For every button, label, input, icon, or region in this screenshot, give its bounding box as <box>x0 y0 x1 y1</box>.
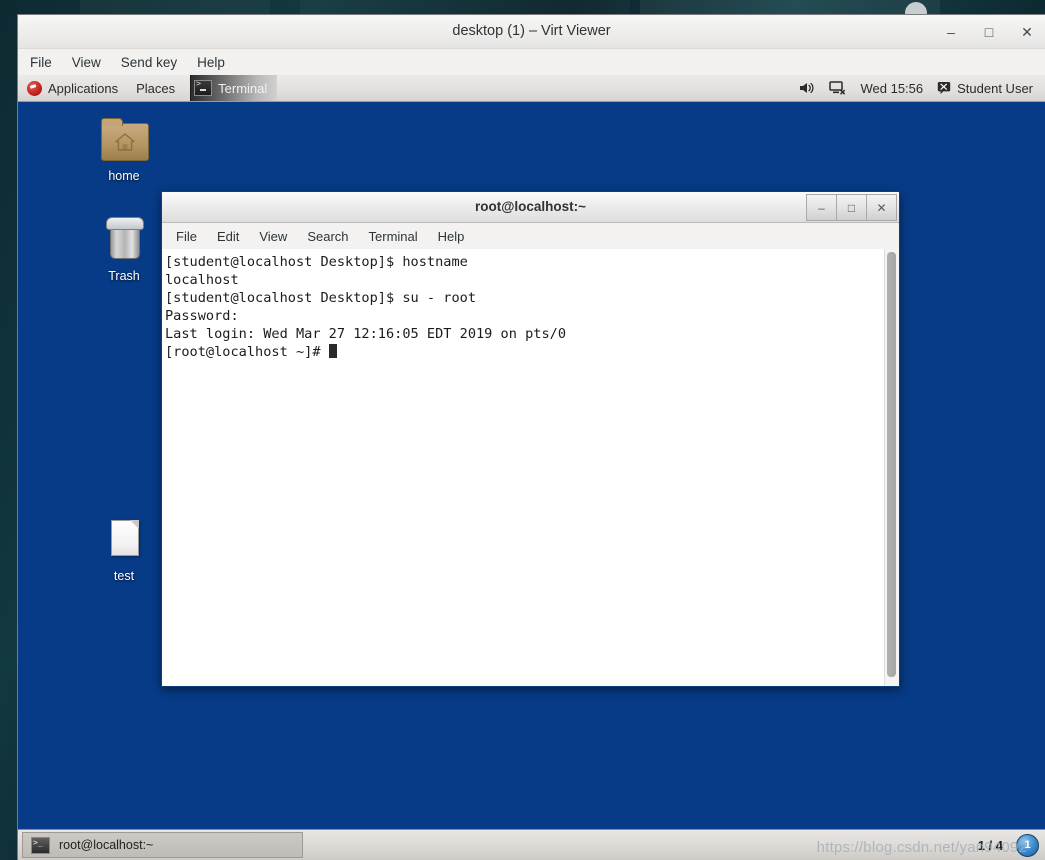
minimize-icon[interactable]: – <box>806 194 837 221</box>
taskbar-right-group: 1 / 4 1 <box>971 833 1045 857</box>
terminal-menu-search[interactable]: Search <box>307 229 348 244</box>
network-button[interactable] <box>829 81 846 95</box>
notification-badge[interactable]: 1 <box>1016 833 1039 857</box>
clock-button[interactable]: Wed 15:56 <box>860 81 923 96</box>
guest-screen: Applications Places Terminal <box>18 75 1045 860</box>
terminal-menu-help[interactable]: Help <box>438 229 465 244</box>
desktop-icon-label: Trash <box>108 269 140 283</box>
menu-item-file[interactable]: File <box>30 55 52 70</box>
virt-viewer-menubar: File View Send key Help <box>18 49 1045 76</box>
terminal-body[interactable]: [student@localhost Desktop]$ hostname lo… <box>162 249 899 686</box>
terminal-menu-file[interactable]: File <box>176 229 197 244</box>
close-icon[interactable]: ✕ <box>1019 24 1035 40</box>
terminal-menu-edit[interactable]: Edit <box>217 229 239 244</box>
terminal-menubar: File Edit View Search Terminal Help <box>162 223 899 250</box>
gnome-top-panel: Applications Places Terminal <box>18 75 1045 102</box>
minimize-icon[interactable]: – <box>943 24 959 40</box>
terminal-scrollbar[interactable] <box>884 249 899 686</box>
terminal-icon <box>194 79 213 96</box>
document-icon <box>100 515 148 563</box>
user-menu-button[interactable]: Student User <box>937 81 1033 96</box>
virt-viewer-window: desktop (1) – Virt Viewer – □ ✕ File Vie… <box>18 15 1045 860</box>
terminal-menu-terminal[interactable]: Terminal <box>369 229 418 244</box>
terminal-output[interactable]: [student@localhost Desktop]$ hostname lo… <box>162 249 884 686</box>
applications-menu-label: Applications <box>48 80 119 96</box>
terminal-titlebar[interactable]: root@localhost:~ – □ ✕ <box>162 192 899 223</box>
menu-item-help[interactable]: Help <box>197 55 225 70</box>
taskbar-item-terminal[interactable]: root@localhost:~ <box>22 832 303 858</box>
house-glyph-icon <box>115 133 135 151</box>
fedora-logo-icon <box>27 80 42 96</box>
places-menu-label: Places <box>136 80 176 96</box>
desktop-icon-test[interactable]: test <box>81 515 167 583</box>
panel-right-group: Wed 15:56 Student User <box>799 75 1045 101</box>
terminal-window: root@localhost:~ – □ ✕ File Edit View Se… <box>161 191 900 687</box>
panel-window-label: Terminal <box>218 80 268 96</box>
close-icon[interactable]: ✕ <box>867 194 897 221</box>
trash-icon <box>100 215 148 263</box>
terminal-title: root@localhost:~ <box>474 199 587 214</box>
desktop-icon-label: test <box>113 569 135 583</box>
terminal-scrollbar-thumb[interactable] <box>887 252 896 677</box>
gnome-bottom-panel: root@localhost:~ 1 / 4 1 <box>18 829 1045 860</box>
clock-label: Wed 15:56 <box>860 80 924 96</box>
desktop-icon-trash[interactable]: Trash <box>81 215 167 283</box>
terminal-output-text: [student@localhost Desktop]$ hostname lo… <box>165 254 567 360</box>
panel-window-button-terminal[interactable]: Terminal <box>190 75 278 101</box>
username-label: Student User <box>957 80 1033 96</box>
panel-left-group: Applications Places Terminal <box>18 75 278 101</box>
applications-menu-button[interactable]: Applications <box>18 75 127 101</box>
terminal-icon <box>31 836 50 854</box>
maximize-icon[interactable]: □ <box>837 194 867 221</box>
network-disconnected-icon <box>829 81 846 95</box>
volume-button[interactable] <box>799 81 815 95</box>
speaker-icon <box>800 82 814 94</box>
virt-viewer-title: desktop (1) – Virt Viewer <box>452 23 611 39</box>
maximize-icon[interactable]: □ <box>981 24 997 40</box>
menu-item-view[interactable]: View <box>72 55 101 70</box>
desktop-icon-home[interactable]: home <box>81 115 167 183</box>
virt-viewer-window-controls: – □ ✕ <box>943 15 1035 48</box>
terminal-menu-view[interactable]: View <box>259 229 287 244</box>
desktop-icon-label: home <box>108 169 140 183</box>
user-status-icon <box>937 82 951 94</box>
virt-viewer-titlebar[interactable]: desktop (1) – Virt Viewer – □ ✕ <box>18 15 1045 49</box>
taskbar-item-label: root@localhost:~ <box>59 838 154 852</box>
workspace-switcher[interactable]: 1 / 4 <box>971 836 1010 855</box>
terminal-cursor <box>328 344 337 358</box>
places-menu-button[interactable]: Places <box>127 75 184 101</box>
home-folder-icon <box>100 115 149 163</box>
menu-item-send-key[interactable]: Send key <box>121 55 177 70</box>
terminal-window-controls: – □ ✕ <box>806 194 897 221</box>
